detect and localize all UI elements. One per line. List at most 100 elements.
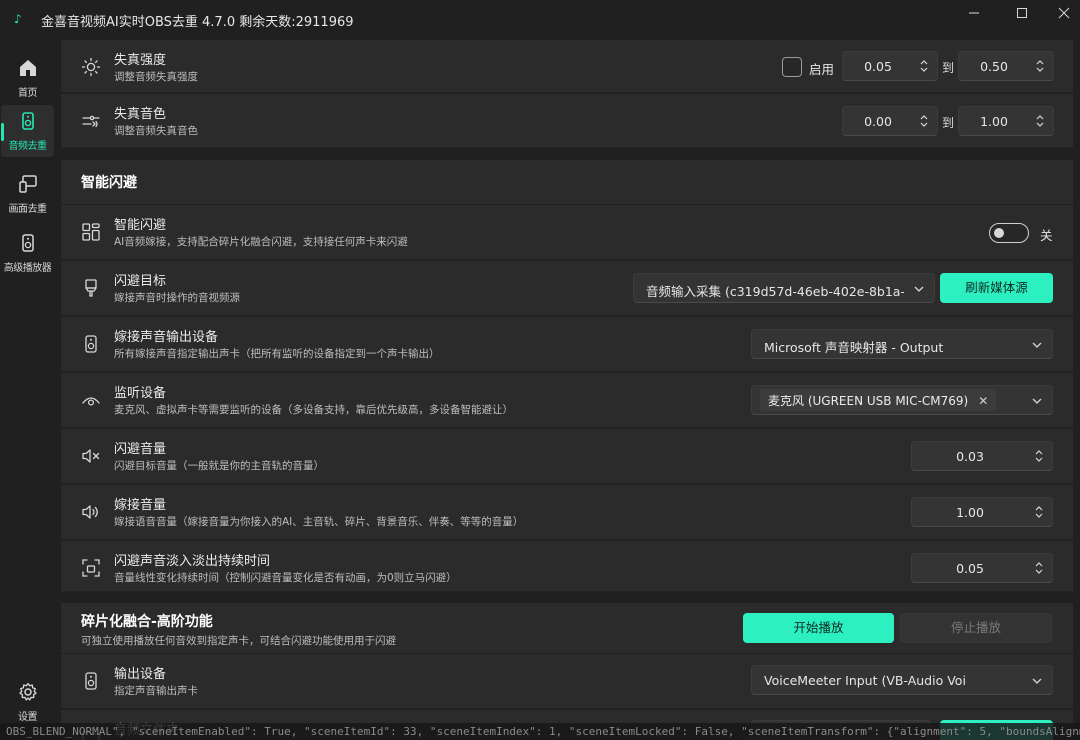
section-title: 碎片化融合-高阶功能 <box>81 614 213 630</box>
sidebar-item-advanced-player[interactable]: 高级播放器 <box>0 227 55 279</box>
sidebar-item-video-dedupe[interactable]: 画面去重 <box>0 168 55 220</box>
row-title: 失真强度 <box>114 53 167 68</box>
row-description: 嫁接语音音量（嫁接音量为你接入的AI、主音轨、碎片、背景音乐、伴奏、等等的音量） <box>114 516 524 528</box>
duck-target-select[interactable]: 音频输入采集 (c319d57d-46eb-402e-8b1a-d1 <box>633 273 935 303</box>
up-down-arrow-icon <box>1036 115 1044 127</box>
up-down-arrow-icon <box>1036 60 1044 72</box>
distortion-strength-row: 失真强度 调整音频失真强度 启用 0.05 到 0.50 <box>61 40 1073 93</box>
toggle-state-label: 关 <box>1040 228 1053 243</box>
graft-output-device-row: 嫁接声音输出设备 所有嫁接声音指定输出声卡（把所有监听的设备指定到一个声卡输出）… <box>61 317 1073 372</box>
fade-duration-spinbox[interactable]: 0.05 <box>911 553 1053 583</box>
up-down-arrow-icon <box>1035 562 1043 574</box>
smart-duck-section-header: 智能闪避 <box>61 160 1073 204</box>
monitor-device-multiselect[interactable]: 麦克风 (UGREEN USB MIC-CM769) ✕ <box>751 385 1053 415</box>
smart-duck-toggle-row: 智能闪避 AI音频嫁接，支持配合碎片化融合闪避，支持接任何声卡来闪避 关 <box>61 205 1073 260</box>
spin-value: 0.05 <box>864 59 892 74</box>
fade-duration-row: 闪避声音淡入淡出持续时间 音量线性变化持续时间（控制闪避音量变化是否有动画，为0… <box>61 541 1073 592</box>
log-output: OBS_BLEND_NORMAL", "sceneItemEnabled": T… <box>0 723 1080 740</box>
spin-value: 0.05 <box>956 561 984 576</box>
row-description: 所有嫁接声音指定输出声卡（把所有监听的设备指定到一个声卡输出） <box>114 348 440 360</box>
speaker-icon <box>81 334 101 354</box>
distortion-tone-row: 失真音色 调整音频失真音色 0.00 到 1.00 <box>61 94 1073 148</box>
eye-icon <box>81 390 101 410</box>
sidebar-item-home[interactable]: 首页 <box>0 52 55 104</box>
row-title: 闪避音量 <box>114 442 167 457</box>
close-button[interactable] <box>1040 0 1080 26</box>
spin-value: 1.00 <box>956 505 984 520</box>
brightness-icon <box>81 57 101 77</box>
range-to-label: 到 <box>942 116 955 130</box>
fragment-section-header: 碎片化融合-高阶功能 可独立使用播放任何音效到指定声卡，可结合闪避功能使用用于闪… <box>61 603 1073 653</box>
grid-icon <box>81 222 101 242</box>
chevron-down-icon <box>1032 398 1042 404</box>
row-description: AI音频嫁接，支持配合碎片化融合闪避，支持接任何声卡来闪避 <box>114 236 408 248</box>
home-icon <box>19 60 36 76</box>
row-description: 音量线性变化持续时间（控制闪避音量变化是否有动画，为0则立马闪避） <box>114 572 457 584</box>
enable-checkbox[interactable] <box>782 57 802 77</box>
chevron-down-icon <box>1032 678 1042 684</box>
maximize-button[interactable] <box>998 0 1046 26</box>
graft-output-select[interactable]: Microsoft 声音映射器 - Output <box>751 329 1053 359</box>
select-value: 音频输入采集 (c319d57d-46eb-402e-8b1a-d1 <box>646 284 904 299</box>
chip-label: 麦克风 (UGREEN USB MIC-CM769) <box>768 394 969 408</box>
smart-duck-toggle[interactable] <box>989 223 1029 243</box>
sidebar-item-label: 高级播放器 <box>3 263 52 274</box>
equalizer-icon <box>81 111 101 131</box>
row-title: 失真音色 <box>114 107 167 122</box>
window-title: 金喜音视频AI实时OBS去重 4.7.0 剩余天数:2911969 <box>41 15 354 30</box>
start-playback-button[interactable]: 开始播放 <box>743 613 894 643</box>
duck-volume-spinbox[interactable]: 0.03 <box>911 441 1053 471</box>
up-down-arrow-icon <box>920 115 928 127</box>
stop-playback-button[interactable]: 停止播放 <box>900 613 1052 643</box>
minimize-icon <box>969 12 979 14</box>
row-title: 监听设备 <box>114 386 167 401</box>
section-description: 可独立使用播放任何音效到指定声卡，可结合闪避功能使用用于闪避 <box>81 635 396 647</box>
up-down-arrow-icon <box>1035 506 1043 518</box>
refresh-media-button[interactable]: 刷新媒体源 <box>940 273 1053 303</box>
volume-high-icon <box>81 502 101 522</box>
select-value: Microsoft 声音映射器 - Output <box>764 340 944 355</box>
row-description: 指定声音输出声卡 <box>114 685 198 697</box>
gear-icon <box>18 682 37 701</box>
enable-label: 启用 <box>809 62 835 77</box>
row-description: 嫁接声音时操作的音视频源 <box>114 292 240 304</box>
chevron-down-icon <box>914 286 924 292</box>
chip-remove-icon[interactable]: ✕ <box>978 394 988 408</box>
spin-value: 0.50 <box>980 59 1008 74</box>
row-title: 输出设备 <box>114 667 167 682</box>
fragment-output-select[interactable]: VoiceMeeter Input (VB-Audio Voi <box>751 665 1053 695</box>
close-icon <box>1058 7 1070 19</box>
graft-volume-row: 嫁接音量 嫁接语音音量（嫁接音量为你接入的AI、主音轨、碎片、背景音乐、伴奏、等… <box>61 485 1073 540</box>
row-title: 闪避声音淡入淡出持续时间 <box>114 554 271 569</box>
row-title: 嫁接声音输出设备 <box>114 330 219 345</box>
spin-value: 0.00 <box>864 114 892 129</box>
monitor-device-row: 监听设备 麦克风、虚拟声卡等需要监听的设备（多设备支持，靠后优先级高，多设备智能… <box>61 373 1073 428</box>
graft-volume-spinbox[interactable]: 1.00 <box>911 497 1053 527</box>
sidebar-item-label: 首页 <box>18 88 38 99</box>
maximize-icon <box>1017 8 1027 18</box>
tone-max-spinbox[interactable]: 1.00 <box>958 106 1054 136</box>
player-icon <box>21 234 34 252</box>
spin-value: 1.00 <box>980 114 1008 129</box>
fade-frame-icon <box>81 558 101 578</box>
sidebar-item-settings[interactable]: 设置 <box>0 676 55 728</box>
speaker-icon <box>81 671 101 691</box>
row-description: 调整音频失真音色 <box>114 125 198 137</box>
row-title: 智能闪避 <box>114 218 167 233</box>
up-down-arrow-icon <box>1035 450 1043 462</box>
sidebar: 首页 音频去重 画面去重 高级播放器 设置 <box>0 40 55 740</box>
fragment-output-device-row: 输出设备 指定声音输出声卡 VoiceMeeter Input (VB-Audi… <box>61 654 1073 709</box>
distortion-max-spinbox[interactable]: 0.50 <box>958 51 1054 81</box>
tone-min-spinbox[interactable]: 0.00 <box>842 106 938 136</box>
sidebar-item-label: 画面去重 <box>8 204 48 215</box>
speaker-icon <box>21 112 34 130</box>
device-chip[interactable]: 麦克风 (UGREEN USB MIC-CM769) ✕ <box>760 389 997 411</box>
row-title: 闪避目标 <box>114 274 167 289</box>
title-bar: ♪ 金喜音视频AI实时OBS去重 4.7.0 剩余天数:2911969 <box>0 0 1080 40</box>
main-content: 失真强度 调整音频失真强度 启用 0.05 到 0.50 失真音色 调整音频失真… <box>60 40 1074 740</box>
row-description: 闪避目标音量（一般就是你的主音轨的音量） <box>114 460 324 472</box>
minimize-button[interactable] <box>950 0 998 26</box>
distortion-min-spinbox[interactable]: 0.05 <box>842 51 938 81</box>
sidebar-item-audio-dedupe[interactable]: 音频去重 <box>1 105 54 157</box>
row-title: 嫁接音量 <box>114 498 167 513</box>
